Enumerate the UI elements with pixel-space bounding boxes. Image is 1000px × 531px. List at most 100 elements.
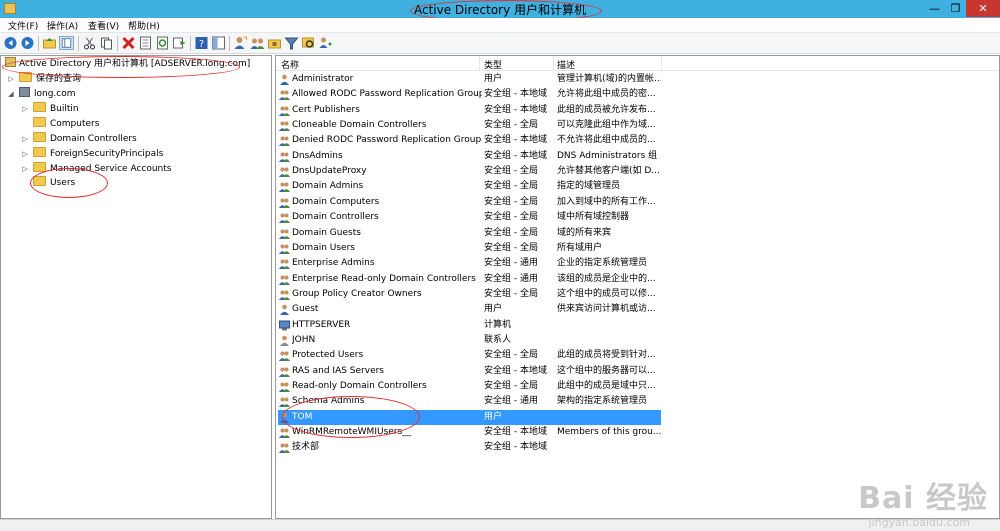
list-row[interactable]: Protected Users 安全组 - 全局 此组的成员将受到针对... xyxy=(276,348,999,363)
expand-arrow-icon[interactable]: ▷ xyxy=(21,102,29,117)
filter-icon[interactable] xyxy=(284,36,299,50)
menu-file[interactable]: 文件(F) xyxy=(8,19,38,32)
list-row[interactable]: TOM 用户 xyxy=(276,409,999,425)
row-type: 安全组 - 本地域 xyxy=(484,104,547,115)
folder-icon xyxy=(33,117,46,127)
help-icon[interactable]: ? xyxy=(194,36,209,50)
add-group-icon[interactable] xyxy=(250,36,265,50)
group-icon xyxy=(279,213,290,224)
row-name: Enterprise Admins xyxy=(292,258,375,269)
row-name: Read-only Domain Controllers xyxy=(292,381,427,391)
row-name: Domain Controllers xyxy=(292,212,379,223)
column-header-type[interactable]: 类型 xyxy=(484,58,502,71)
row-description: 此组中的成员是域中只... xyxy=(557,381,656,391)
list-row[interactable]: Cert Publishers 安全组 - 本地域 此组的成员被允许发布... xyxy=(276,103,999,118)
group-icon xyxy=(279,367,290,377)
export-icon[interactable] xyxy=(172,36,187,50)
close-button[interactable]: ✕ xyxy=(966,0,1000,17)
group-icon xyxy=(279,397,290,408)
group-icon xyxy=(279,244,290,254)
list-row[interactable]: Domain Controllers 安全组 - 全局 域中所有域控制器 xyxy=(276,210,999,225)
row-type: 用户 xyxy=(484,304,503,315)
list-row[interactable]: RAS and IAS Servers 安全组 - 本地域 这个组中的服务器可以..… xyxy=(276,364,999,379)
row-description: 指定的域管理员 xyxy=(557,181,621,192)
row-name: Protected Users xyxy=(292,350,364,361)
collapse-arrow-icon[interactable]: ◢ xyxy=(7,87,15,102)
list-row[interactable]: Group Policy Creator Owners 安全组 - 全局 这个组中的… xyxy=(276,287,999,302)
row-description: 此组的成员将受到针对... xyxy=(557,350,656,361)
list-row[interactable]: Enterprise Read-only Domain Controllers 安… xyxy=(276,272,999,287)
list-row[interactable]: Guest 用户 供来宾访问计算机或访... xyxy=(276,302,999,317)
copy-icon[interactable] xyxy=(99,36,114,50)
expand-arrow-icon[interactable]: ▷ xyxy=(21,147,29,162)
list-row[interactable]: Read-only Domain Controllers 安全组 - 全局 此组中的… xyxy=(276,379,999,394)
list-row[interactable]: Cloneable Domain Controllers 安全组 - 全局 可以克隆… xyxy=(276,118,999,133)
folder-icon xyxy=(33,176,46,186)
menu-help[interactable]: 帮助(H) xyxy=(128,19,160,32)
tree-root[interactable]: Active Directory 用户和计算机 [ADSERVER.long.c… xyxy=(5,57,250,72)
row-description: 架构的指定系统管理员 xyxy=(557,396,648,407)
list-row[interactable]: HTTPSERVER 计算机 xyxy=(276,318,999,333)
folder-icon xyxy=(19,72,32,82)
list-row[interactable]: JOHN 联系人 xyxy=(276,333,999,348)
menu-view[interactable]: 查看(V) xyxy=(88,19,119,32)
help-panel-icon[interactable] xyxy=(211,36,226,50)
list-row[interactable]: Domain Guests 安全组 - 全局 域的所有来宾 xyxy=(276,226,999,241)
row-type: 安全组 - 全局 xyxy=(484,227,538,238)
group-icon xyxy=(279,275,290,285)
show-tree-icon[interactable] xyxy=(59,36,74,50)
expand-arrow-icon[interactable]: ▷ xyxy=(21,162,29,177)
cut-icon[interactable] xyxy=(82,36,97,50)
row-description: 域的所有来宾 xyxy=(557,227,612,238)
list-row[interactable]: Administrator 用户 管理计算机(域)的内置帐... xyxy=(276,72,999,87)
find-icon[interactable] xyxy=(301,36,316,50)
row-type: 安全组 - 全局 xyxy=(484,288,538,299)
row-name: Domain Admins xyxy=(292,181,364,192)
minimize-button[interactable]: — xyxy=(924,0,945,17)
list-row[interactable]: DnsAdmins 安全组 - 本地域 DNS Administrators 组 xyxy=(276,149,999,164)
up-folder-icon[interactable] xyxy=(42,36,57,50)
list-row[interactable]: 技术部 安全组 - 本地域 xyxy=(276,440,999,455)
expand-arrow-icon[interactable]: ▷ xyxy=(7,72,15,87)
maximize-button[interactable]: ❐ xyxy=(945,0,966,17)
row-description: 这个组中的服务器可以... xyxy=(557,365,656,376)
list-row[interactable]: Domain Computers 安全组 - 全局 加入到域中的所有工作... xyxy=(276,195,999,210)
forward-arrow-icon[interactable] xyxy=(20,36,35,50)
properties-icon[interactable] xyxy=(138,36,153,50)
list-row[interactable]: Domain Users 安全组 - 全局 所有域用户 xyxy=(276,241,999,256)
tree-pane: Active Directory 用户和计算机 [ADSERVER.long.c… xyxy=(0,55,272,519)
row-description: 不允许将此组中成员的... xyxy=(557,135,656,146)
list-row[interactable]: DnsUpdateProxy 安全组 - 全局 允许替其他客户端(如 D... xyxy=(276,164,999,179)
row-description: 企业的指定系统管理员 xyxy=(557,258,648,269)
row-description: 可以克隆此组中作为域... xyxy=(557,120,656,131)
column-header-description[interactable]: 描述 xyxy=(557,58,575,71)
add-to-group-icon[interactable] xyxy=(318,36,333,50)
back-arrow-icon[interactable] xyxy=(3,36,18,50)
list-row[interactable]: Denied RODC Password Replication Group 安全… xyxy=(276,133,999,148)
column-header-name[interactable]: 名称 xyxy=(281,58,299,71)
tree-item-label: Managed Service Accounts xyxy=(50,164,172,174)
row-type: 安全组 - 全局 xyxy=(484,350,538,361)
refresh-icon[interactable] xyxy=(155,36,170,50)
group-icon xyxy=(279,167,290,178)
delete-icon[interactable] xyxy=(121,36,136,50)
row-name: Guest xyxy=(292,304,319,315)
add-user-icon[interactable] xyxy=(233,36,248,50)
list-row[interactable]: Enterprise Admins 安全组 - 通用 企业的指定系统管理员 xyxy=(276,256,999,271)
row-type: 用户 xyxy=(484,411,503,422)
expand-arrow-icon[interactable]: ▷ xyxy=(21,132,29,147)
list-row[interactable]: Schema Admins 安全组 - 通用 架构的指定系统管理员 xyxy=(276,394,999,409)
list-row[interactable]: Domain Admins 安全组 - 全局 指定的域管理员 xyxy=(276,179,999,194)
row-type: 安全组 - 全局 xyxy=(484,181,538,192)
list-row[interactable]: Allowed RODC Password Replication Group 安… xyxy=(276,87,999,102)
watermark-logo: Bai 经验 xyxy=(858,481,988,516)
add-ou-icon[interactable] xyxy=(267,36,282,50)
row-name: RAS and IAS Servers xyxy=(292,365,384,376)
row-type: 安全组 - 全局 xyxy=(484,212,538,223)
list-row[interactable]: WinRMRemoteWMIUsers__ 安全组 - 本地域 Members of… xyxy=(276,425,999,440)
row-type: 联系人 xyxy=(484,334,512,345)
row-type: 安全组 - 全局 xyxy=(484,196,538,207)
menu-action[interactable]: 操作(A) xyxy=(47,19,78,32)
row-description: 此组的成员被允许发布... xyxy=(557,104,656,115)
group-icon xyxy=(279,351,290,362)
